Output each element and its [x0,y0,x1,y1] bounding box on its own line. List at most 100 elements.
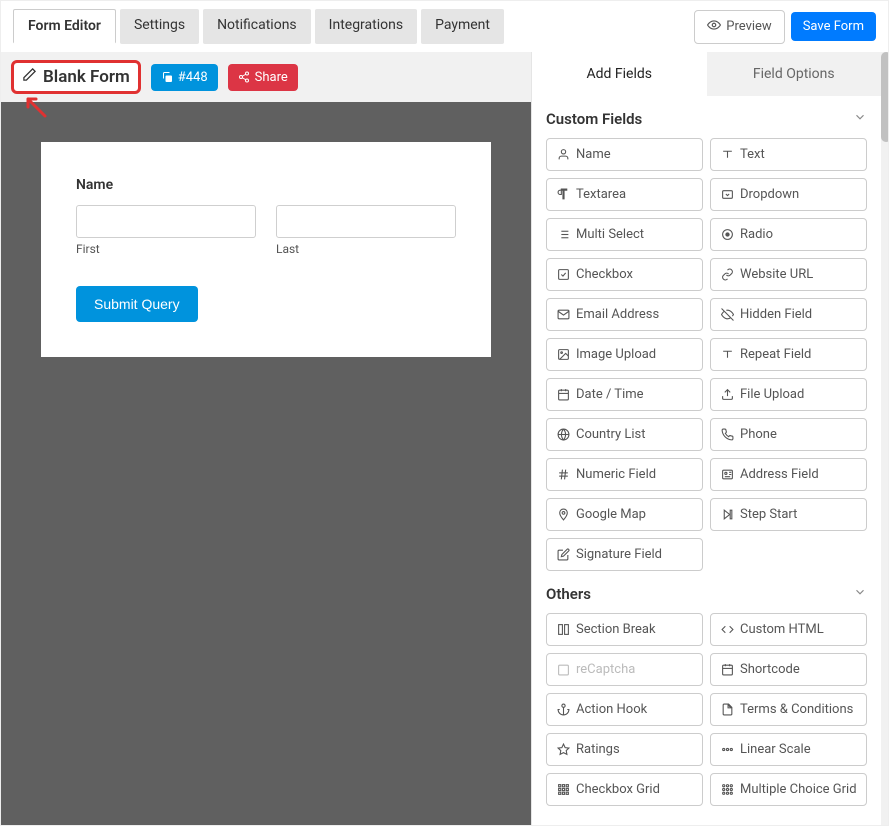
para-icon [556,188,570,201]
cal-icon [556,388,570,401]
field-label: Address Field [740,467,819,482]
top-tab-payment[interactable]: Payment [421,9,504,44]
field-btn-repeat-field[interactable]: Repeat Field [710,338,867,371]
anchor-icon [556,703,570,716]
field-btn-textarea[interactable]: Textarea [546,178,703,211]
field-btn-country-list[interactable]: Country List [546,418,703,451]
side-tab-field-options[interactable]: Field Options [707,52,882,96]
field-btn-linear-scale[interactable]: Linear Scale [710,733,867,766]
field-label: Multi Select [576,227,644,242]
top-tab-notifications[interactable]: Notifications [203,9,311,44]
form-canvas: Name First Last Submit Query [1,102,531,825]
field-label: Signature Field [576,547,662,562]
last-name-input[interactable] [276,205,456,238]
field-btn-terms-conditions[interactable]: Terms & Conditions [710,693,867,726]
section-title: Others [546,585,591,603]
chevron-down-icon [853,110,867,128]
text-icon [720,148,734,161]
last-sublabel: Last [276,242,456,256]
field-btn-image-upload[interactable]: Image Upload [546,338,703,371]
hidden-icon [720,308,734,321]
field-btn-radio[interactable]: Radio [710,218,867,251]
field-btn-checkbox[interactable]: Checkbox [546,258,703,291]
share-button[interactable]: Share [228,64,298,91]
field-btn-dropdown[interactable]: Dropdown [710,178,867,211]
code-icon [720,623,734,636]
field-btn-text[interactable]: Text [710,138,867,171]
field-btn-action-hook[interactable]: Action Hook [546,693,703,726]
chevron-down-icon [853,585,867,603]
form-title-box[interactable]: Blank Form [11,60,141,94]
submit-button[interactable]: Submit Query [76,286,198,322]
annotation-arrow-icon [20,91,50,121]
top-tabs: Form EditorSettingsNotificationsIntegrat… [13,9,504,44]
field-btn-multiple-choice-grid[interactable]: Multiple Choice Grid [710,773,867,806]
side-tabs: Add FieldsField Options [532,52,881,96]
app-root: Form EditorSettingsNotificationsIntegrat… [0,0,889,826]
field-btn-email-address[interactable]: Email Address [546,298,703,331]
field-label: Text [740,147,765,162]
section-header-others[interactable]: Others [536,571,877,613]
side-scrollbar[interactable] [881,52,888,825]
star-icon [556,743,570,756]
pin-icon [556,508,570,521]
cal-icon [720,663,734,676]
scrollbar-thumb[interactable] [881,52,888,142]
mail-icon [556,308,570,321]
field-label: Step Start [740,507,797,522]
field-label: Ratings [576,742,620,757]
field-btn-google-map[interactable]: Google Map [546,498,703,531]
field-btn-section-break[interactable]: Section Break [546,613,703,646]
form-id-text: #448 [178,70,208,85]
top-tab-settings[interactable]: Settings [120,9,199,44]
left-pane: Blank Form #448 Share Name [1,52,531,825]
link-icon [720,268,734,281]
field-label: Custom HTML [740,622,824,637]
field-label: Checkbox Grid [576,782,660,797]
field-label: Terms & Conditions [740,702,853,717]
field-btn-file-upload[interactable]: File Upload [710,378,867,411]
field-label: Image Upload [576,347,656,362]
section-header-custom-fields[interactable]: Custom Fields [536,96,877,138]
preview-button[interactable]: Preview [694,10,784,44]
top-tab-integrations[interactable]: Integrations [315,9,417,44]
user-icon [556,148,570,161]
section-title: Custom Fields [546,110,642,128]
field-btn-ratings[interactable]: Ratings [546,733,703,766]
field-btn-recaptcha: reCaptcha [546,653,703,686]
fields-scroll[interactable]: Custom Fields Name Text Textarea Dropdown Mul… [532,96,881,825]
field-btn-name[interactable]: Name [546,138,703,171]
builder: Blank Form #448 Share Name [1,52,888,825]
top-tab-form-editor[interactable]: Form Editor [13,9,116,44]
upload-icon [720,388,734,401]
first-name-input[interactable] [76,205,256,238]
field-label: Dropdown [740,187,799,202]
field-btn-address-field[interactable]: Address Field [710,458,867,491]
field-btn-checkbox-grid[interactable]: Checkbox Grid [546,773,703,806]
field-btn-signature-field[interactable]: Signature Field [546,538,703,571]
field-label: Section Break [576,622,656,637]
field-label: Website URL [740,267,813,282]
field-grid: Name Text Textarea Dropdown Multi Select Radi… [536,138,877,571]
form-id-badge[interactable]: #448 [151,64,218,91]
field-btn-website-url[interactable]: Website URL [710,258,867,291]
first-name-col: First [76,205,256,256]
radio-icon [720,228,734,241]
field-btn-hidden-field[interactable]: Hidden Field [710,298,867,331]
field-label: Textarea [576,187,626,202]
check-icon [556,268,570,281]
save-form-button[interactable]: Save Form [791,12,876,41]
field-btn-custom-html[interactable]: Custom HTML [710,613,867,646]
field-label: Multiple Choice Grid [740,782,857,797]
field-label: Radio [740,227,773,242]
field-btn-step-start[interactable]: Step Start [710,498,867,531]
last-name-col: Last [276,205,456,256]
field-btn-multi-select[interactable]: Multi Select [546,218,703,251]
field-btn-phone[interactable]: Phone [710,418,867,451]
preview-label: Preview [726,19,771,34]
field-btn-shortcode[interactable]: Shortcode [710,653,867,686]
field-btn-numeric-field[interactable]: Numeric Field [546,458,703,491]
side-tab-add-fields[interactable]: Add Fields [532,52,707,96]
field-btn-date-time[interactable]: Date / Time [546,378,703,411]
field-label: Country List [576,427,646,442]
